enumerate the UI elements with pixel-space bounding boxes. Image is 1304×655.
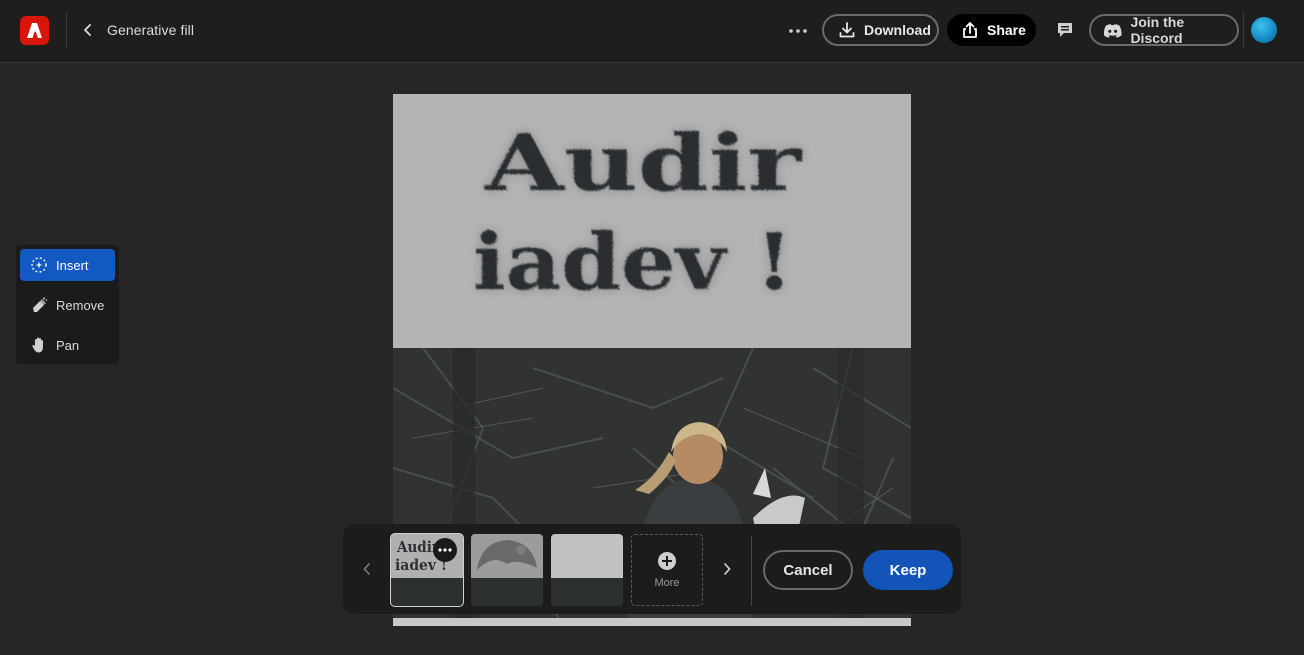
download-label: Download bbox=[864, 22, 931, 38]
more-variations-button[interactable]: More bbox=[631, 534, 703, 606]
thumb-generated-area bbox=[551, 534, 623, 578]
more-dots-icon bbox=[438, 548, 452, 552]
thumb-photo-area bbox=[551, 578, 623, 606]
tool-panel: Insert Remove Pan bbox=[16, 245, 119, 364]
previous-variation-button[interactable] bbox=[359, 560, 375, 578]
canvas-bottom-edge bbox=[393, 618, 911, 626]
hand-icon bbox=[30, 336, 48, 354]
user-avatar[interactable] bbox=[1251, 17, 1277, 43]
generated-text-line-2: iadev ! bbox=[473, 217, 793, 308]
tool-insert-label: Insert bbox=[56, 257, 89, 273]
variation-thumb-2[interactable] bbox=[471, 534, 543, 606]
variation-options-button[interactable] bbox=[433, 538, 457, 562]
join-discord-button[interactable]: Join the Discord bbox=[1089, 14, 1239, 46]
thumb-photo-area bbox=[471, 578, 543, 606]
sparkle-circle-icon bbox=[30, 256, 48, 274]
variation-bar-divider bbox=[751, 536, 752, 606]
header-divider-right bbox=[1243, 12, 1244, 48]
more-options-button[interactable] bbox=[785, 18, 811, 44]
chevron-right-icon bbox=[724, 563, 731, 575]
share-icon bbox=[963, 22, 977, 38]
tool-pan-label: Pan bbox=[56, 337, 80, 353]
cancel-button[interactable]: Cancel bbox=[763, 550, 853, 590]
download-icon bbox=[839, 22, 855, 38]
tool-pan[interactable]: Pan bbox=[20, 329, 115, 361]
share-label: Share bbox=[987, 22, 1026, 38]
share-button[interactable]: Share bbox=[947, 14, 1036, 46]
keep-button[interactable]: Keep bbox=[863, 550, 953, 590]
generated-text-line-1: Audir bbox=[484, 118, 802, 209]
top-bar: Generative fill Download Share Join the … bbox=[0, 0, 1304, 63]
comments-button[interactable] bbox=[1054, 19, 1076, 41]
back-button[interactable] bbox=[78, 20, 98, 40]
tool-remove-label: Remove bbox=[56, 297, 105, 313]
thumb-generated-area bbox=[471, 534, 543, 578]
generated-fill-area: Audir iadev ! Audir iadev ! bbox=[393, 94, 911, 348]
discord-icon bbox=[1103, 23, 1122, 38]
variation-thumb-1[interactable]: Audir iadev ! bbox=[390, 533, 464, 607]
variation-bar: Audir iadev ! More Cancel Keep bbox=[343, 524, 961, 614]
tool-remove[interactable]: Remove bbox=[20, 289, 115, 321]
plus-circle-icon bbox=[658, 552, 676, 570]
thumb-photo-area bbox=[391, 578, 463, 606]
download-button[interactable]: Download bbox=[822, 14, 939, 46]
variation-thumb-3[interactable] bbox=[551, 534, 623, 606]
tool-insert[interactable]: Insert bbox=[20, 249, 115, 281]
next-variation-button[interactable] bbox=[719, 560, 735, 578]
eraser-icon bbox=[30, 296, 48, 314]
header-divider bbox=[66, 12, 67, 48]
more-variations-label: More bbox=[654, 577, 680, 589]
adobe-logo-icon[interactable] bbox=[20, 16, 49, 45]
comment-icon bbox=[1058, 23, 1072, 37]
discord-label: Join the Discord bbox=[1130, 14, 1185, 46]
page-title: Generative fill bbox=[107, 22, 195, 38]
chevron-left-icon bbox=[363, 563, 370, 575]
